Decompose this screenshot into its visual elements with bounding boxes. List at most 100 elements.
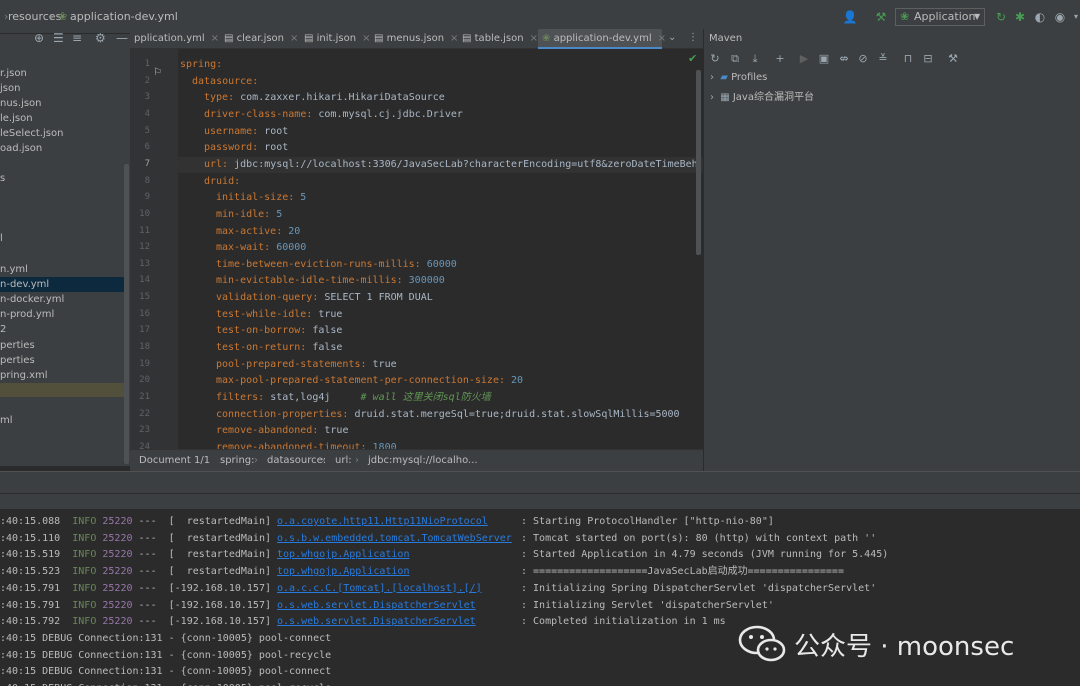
yaml-key: password:: [204, 142, 259, 154]
tab-menus-json[interactable]: ▤ menus.json ×: [374, 29, 462, 49]
yaml-value: druid.stat.mergeSql=true;druid.stat.slow…: [348, 408, 680, 420]
breadcrumb-item[interactable]: jdbc:mysql://localho...: [368, 455, 478, 466]
log-logger[interactable]: o.s.web.servlet.DispatcherServlet: [277, 600, 476, 611]
project-tree-item[interactable]: perties: [0, 338, 124, 353]
project-tree-item[interactable]: n-dev.yml: [0, 277, 124, 292]
yaml-key: remove-abandoned-timeout:: [216, 441, 367, 449]
generate-sources-icon[interactable]: ⧉: [728, 52, 742, 66]
tabs-overflow-icon[interactable]: ⌄: [668, 32, 676, 43]
show-dependencies-icon[interactable]: ⊓: [901, 52, 915, 66]
yaml-key: min-idle:: [216, 208, 271, 220]
yaml-value: com.mysql.cj.jdbc.Driver: [312, 108, 463, 120]
line-number: 14: [139, 275, 150, 286]
collapse-icon[interactable]: ≚: [876, 52, 890, 66]
project-tree-item[interactable]: l: [0, 231, 124, 246]
log-logger[interactable]: o.s.b.w.embedded.tomcat.TomcatWebServer: [277, 533, 512, 544]
download-icon[interactable]: ⤓: [748, 52, 762, 66]
line-number: 1: [144, 59, 150, 69]
coverage-icon[interactable]: ◐: [1032, 9, 1048, 25]
project-tree-item[interactable]: oad.json: [0, 141, 124, 156]
project-tree-item[interactable]: json: [0, 81, 124, 96]
reload-icon[interactable]: ↻: [708, 52, 722, 66]
project-tree-item[interactable]: 2: [0, 322, 124, 337]
execute-goal-icon[interactable]: ▣: [817, 52, 831, 66]
project-tree-item[interactable]: perties: [0, 353, 124, 368]
breadcrumb-file[interactable]: application-dev.yml: [70, 10, 178, 23]
log-time: :40:15.523: [0, 566, 61, 578]
yaml-key: max-wait:: [216, 242, 271, 254]
expand-all-icon[interactable]: ☰: [53, 31, 64, 45]
project-scrollbar[interactable]: [124, 164, 129, 464]
skip-tests-icon[interactable]: ⊘: [856, 52, 870, 66]
tab-application-yml[interactable]: pplication.yml ×: [134, 29, 230, 49]
expand-icon[interactable]: ⊟: [921, 52, 935, 66]
close-icon[interactable]: ×: [658, 33, 666, 44]
code-line: datasource:: [178, 74, 703, 90]
watermark-text: 公众号 · moonsec: [794, 632, 1015, 662]
log-logger[interactable]: o.a.coyote.http11.Http11NioProtocol: [277, 516, 488, 527]
debug-bug-icon[interactable]: ✱: [1012, 9, 1028, 25]
maven-tree-item-profiles[interactable]: › ▰ Profiles: [710, 72, 767, 86]
console-log-line: :40:15.519 INFO 25220 --- [ restartedMai…: [0, 546, 888, 563]
yaml-value: 60000: [270, 242, 307, 254]
locate-icon[interactable]: ⊕: [34, 31, 44, 45]
log-level: INFO: [72, 516, 97, 527]
line-number: 20: [139, 375, 150, 386]
collapse-all-icon[interactable]: ≡: [72, 31, 82, 45]
run-icon[interactable]: ▶: [797, 52, 811, 66]
log-pid: 25220: [102, 599, 133, 611]
editor-scrollbar[interactable]: [696, 70, 701, 255]
add-icon[interactable]: +: [773, 52, 787, 66]
tab-application-dev-yml[interactable]: ❀ application-dev.yml ×: [538, 29, 666, 49]
log-logger[interactable]: top.whgojp.Application: [277, 549, 409, 560]
project-tree-item[interactable]: n-prod.yml: [0, 307, 124, 322]
code-line: validation-query: SELECT 1 FROM DUAL: [178, 290, 703, 306]
close-icon[interactable]: ×: [362, 33, 370, 44]
rerun-icon[interactable]: ↻: [993, 9, 1009, 25]
build-hammer-icon[interactable]: ⚒: [873, 9, 889, 25]
tab-clear-json[interactable]: ▤ clear.json ×: [224, 29, 304, 49]
breadcrumb-item[interactable]: spring:: [220, 455, 255, 466]
close-icon[interactable]: ×: [290, 33, 298, 44]
project-tree-item[interactable]: leSelect.json: [0, 126, 124, 141]
yaml-key: url:: [204, 158, 229, 170]
profiler-icon[interactable]: ◉: [1052, 9, 1068, 25]
project-tree-item[interactable]: n.yml: [0, 262, 124, 277]
maven-tree-item-project[interactable]: › ▦ Java综合漏洞平台: [710, 88, 814, 103]
yaml-value: stat,log4j: [264, 392, 331, 403]
more-icon[interactable]: ⋮: [688, 32, 698, 43]
breadcrumb-separator: ›: [50, 10, 55, 23]
wrench-icon[interactable]: ⚒: [946, 52, 960, 66]
tab-init-json[interactable]: ▤ init.json ×: [304, 29, 374, 49]
breadcrumb-item[interactable]: url:: [335, 455, 352, 466]
chevron-down-icon[interactable]: ▾: [1068, 9, 1080, 25]
user-icon[interactable]: 👤: [842, 9, 858, 25]
log-logger[interactable]: o.a.c.c.C.[Tomcat].[localhost].[/]: [277, 583, 482, 594]
tab-label: pplication.yml: [134, 33, 205, 44]
gear-icon[interactable]: ⚙: [95, 31, 106, 45]
log-logger[interactable]: top.whgojp.Application: [277, 566, 409, 577]
close-icon[interactable]: ×: [211, 33, 219, 44]
code-editor[interactable]: spring: datasource: type: com.zaxxer.hikar…: [178, 49, 703, 449]
log-message: : Initializing Spring DispatcherServlet …: [521, 582, 877, 594]
project-tree-item[interactable]: r.json: [0, 66, 124, 81]
project-tree-item[interactable]: le.json: [0, 111, 124, 126]
breadcrumb-item[interactable]: datasource:: [267, 455, 326, 466]
run-configuration-select[interactable]: ❀ Application ▼: [895, 8, 985, 26]
hide-icon[interactable]: —: [116, 31, 128, 45]
code-line: test-while-idle: true: [178, 307, 703, 323]
project-tree-item[interactable]: ml: [0, 413, 124, 428]
project-tree-item[interactable]: nus.json: [0, 96, 124, 111]
close-icon[interactable]: ×: [530, 33, 538, 44]
log-logger[interactable]: o.s.web.servlet.DispatcherServlet: [277, 616, 476, 627]
code-line: spring:: [178, 57, 703, 73]
project-tree-item[interactable]: pring.xml: [0, 368, 124, 383]
log-time: :40:15.791: [0, 582, 61, 594]
line-number: 18: [139, 342, 150, 353]
toggle-offline-icon[interactable]: ⇎: [837, 52, 851, 66]
project-tree-item[interactable]: s: [0, 171, 124, 186]
project-tree-item[interactable]: n-docker.yml: [0, 292, 124, 307]
close-icon[interactable]: ×: [450, 33, 458, 44]
tab-table-json[interactable]: ▤ table.json ×: [462, 29, 548, 49]
